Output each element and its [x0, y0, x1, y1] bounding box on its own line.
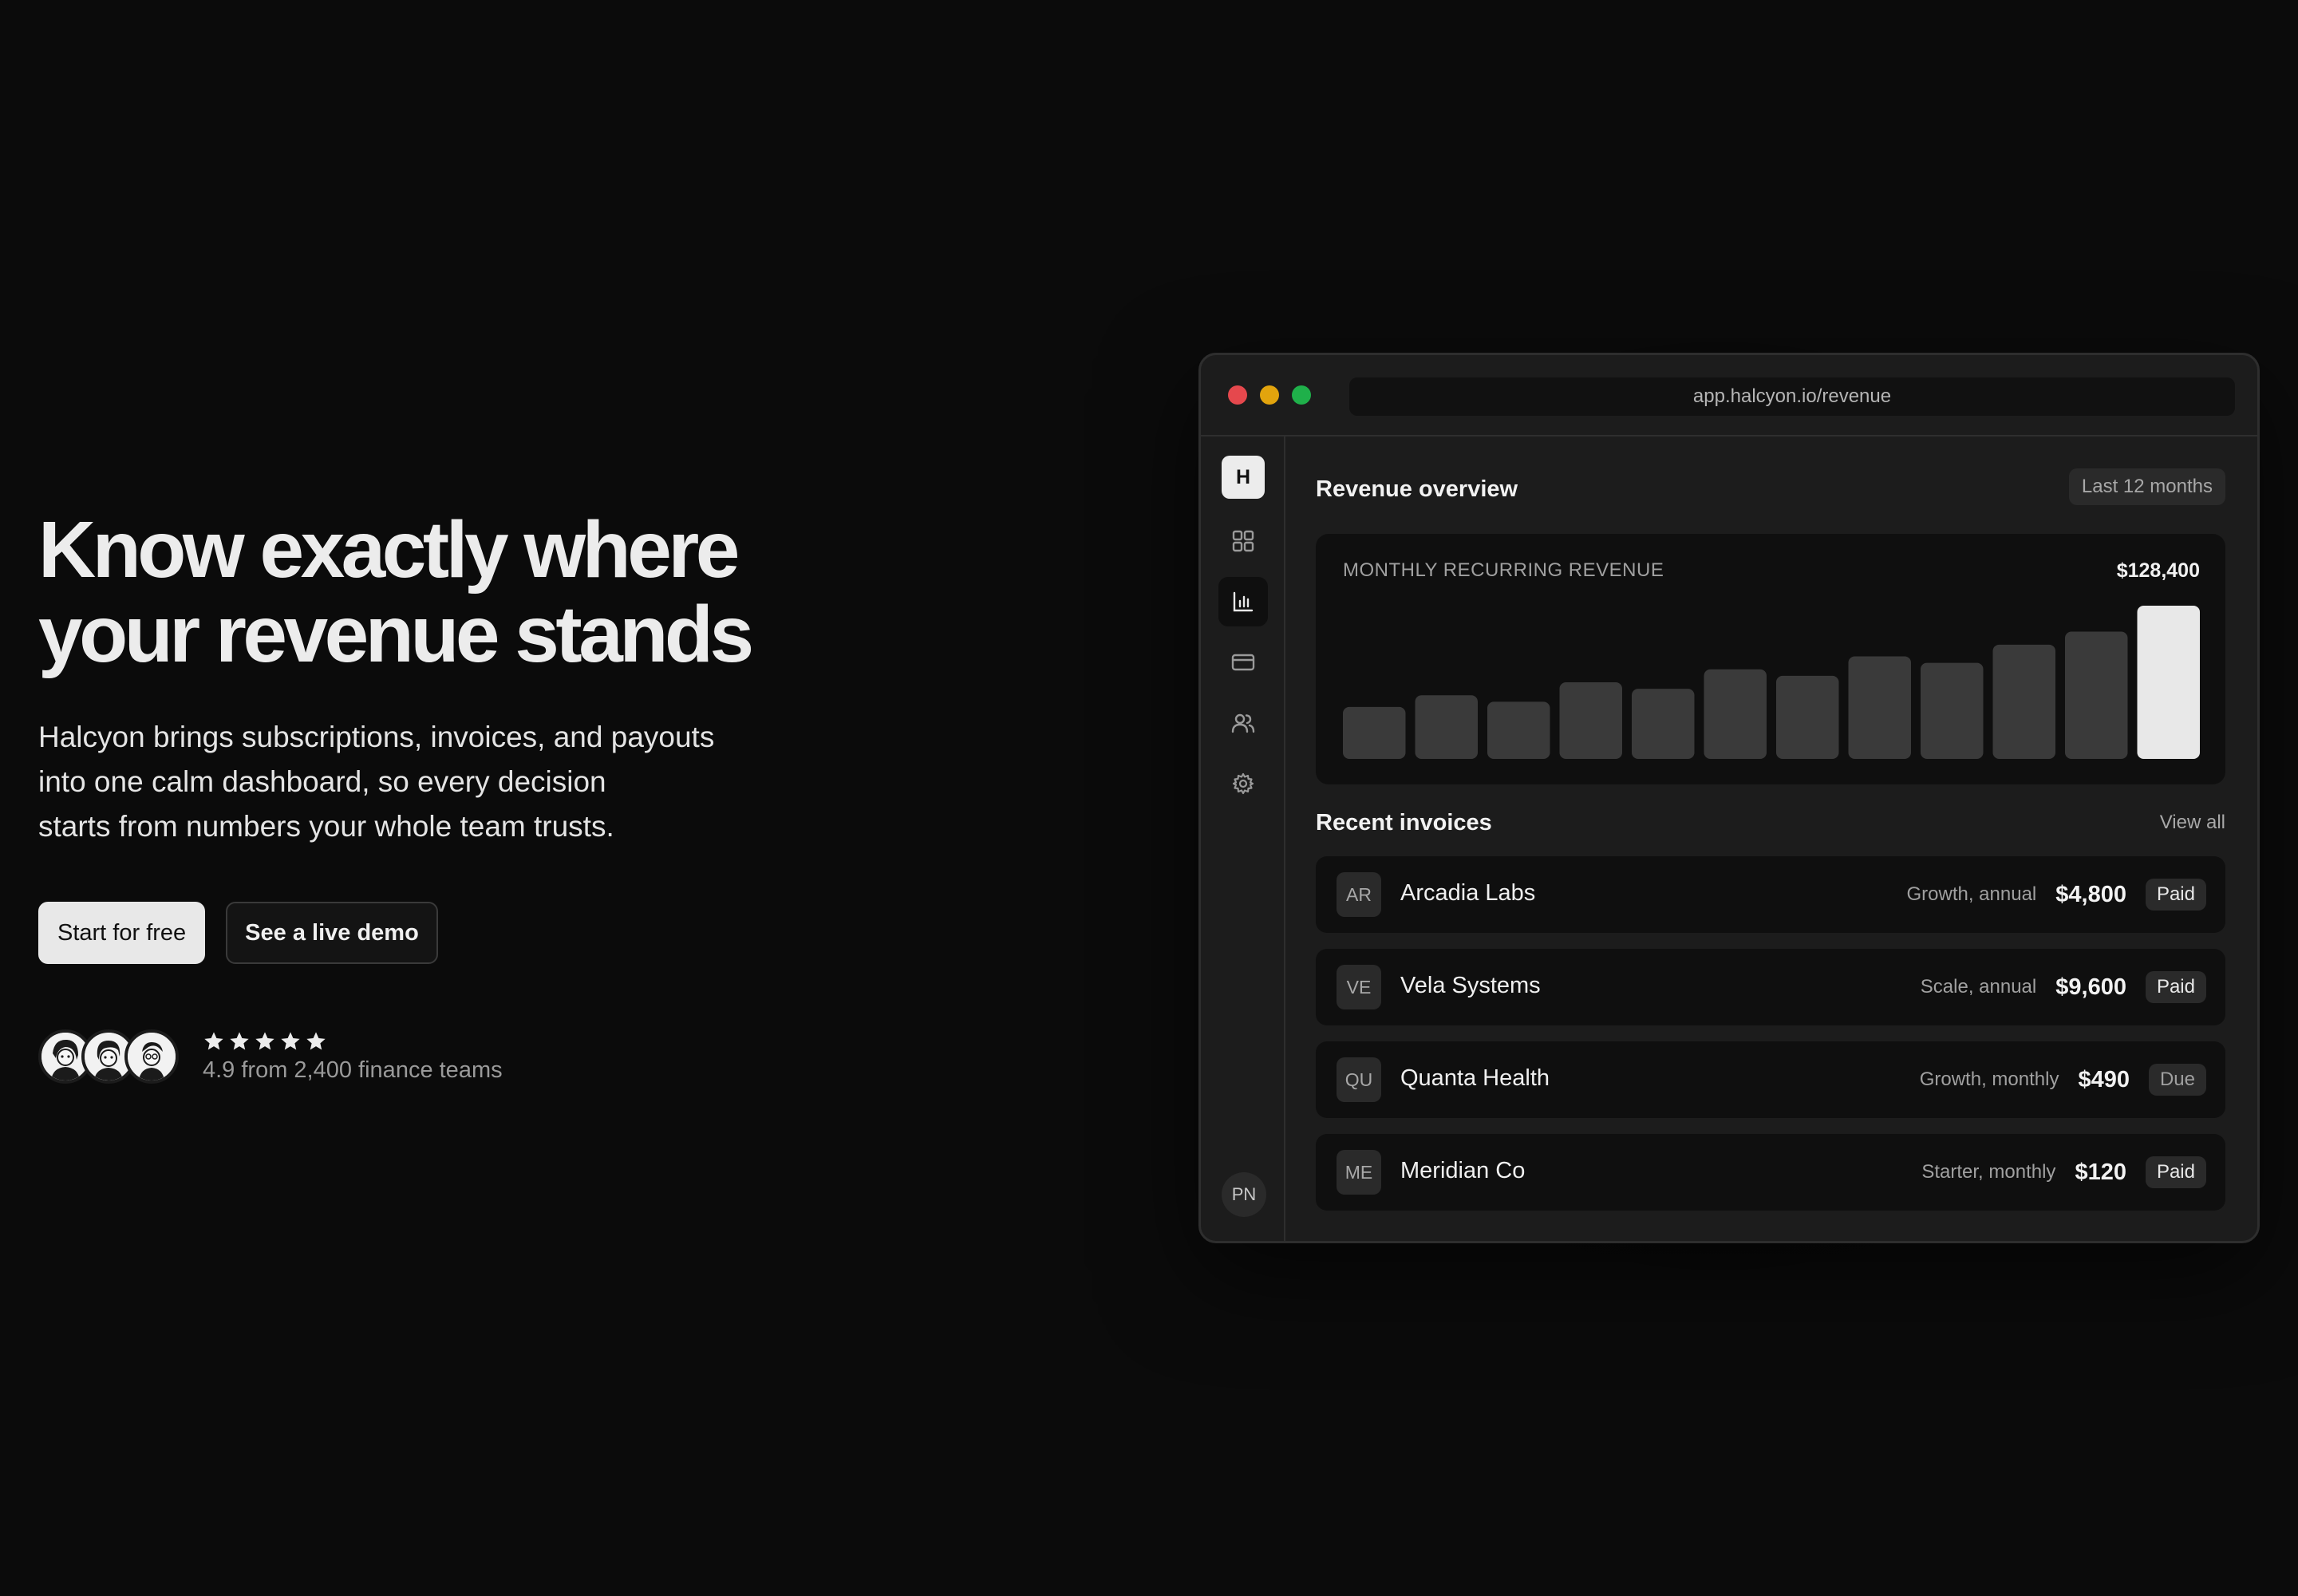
chart-bar [1848, 656, 1911, 759]
invoice-amount: $490 [2078, 1066, 2130, 1092]
subtitle-line-1: Halcyon brings subscriptions, invoices, … [38, 721, 715, 753]
chart-bar [1632, 689, 1695, 759]
star-rating [203, 1030, 503, 1054]
social-proof: 4.9 from 2,400 finance teams [38, 1029, 836, 1084]
revenue-overview-title: Revenue overview [1316, 476, 1518, 502]
invoice-details: Growth, monthly $490 Due [1920, 1041, 2206, 1118]
chart-title: MONTHLY RECURRING REVENUE [1343, 559, 1664, 581]
cta-row: Start for free See a live demo [38, 902, 836, 964]
subtitle-line-3: starts from numbers your whole team trus… [38, 810, 614, 843]
chart-bar [1487, 701, 1550, 759]
star-icon [281, 1031, 300, 1049]
rating-text: 4.9 from 2,400 finance teams [203, 1057, 503, 1083]
plan-label: Growth, monthly [1919, 1069, 2059, 1090]
live-demo-button[interactable]: See a live demo [226, 902, 438, 964]
status-badge: Paid [2145, 1156, 2206, 1188]
headline-line-1: Know exactly where [38, 505, 740, 595]
subtitle-line-2: into one calm dashboard, so every decisi… [38, 765, 606, 798]
invoice-row[interactable]: AR Arcadia Labs Growth, annual $4,800 Pa… [1316, 856, 2225, 933]
headline-line-2: your revenue stands [38, 590, 754, 679]
mrr-value: $128,400 [2116, 559, 2200, 582]
invoice-row[interactable]: QU Quanta Health Growth, monthly $490 Du… [1316, 1041, 2225, 1118]
customer-name: Quanta Health [1400, 1065, 1550, 1091]
hero-subtitle: Halcyon brings subscriptions, invoices, … [38, 715, 836, 849]
plan-label: Growth, annual [1906, 883, 2037, 905]
customer-avatars [38, 1029, 179, 1084]
chart-bar [1992, 644, 2055, 759]
maximize-window-dot[interactable] [1292, 385, 1311, 405]
chart-bar [1704, 669, 1767, 759]
customer-name: Arcadia Labs [1400, 880, 1536, 906]
sidebar-item-dashboard[interactable] [1218, 516, 1268, 566]
customer-initials: QU [1337, 1057, 1381, 1102]
start-for-free-button[interactable]: Start for free [38, 902, 206, 964]
customer-initials: AR [1337, 872, 1381, 917]
sidebar-item-revenue[interactable] [1218, 577, 1268, 626]
url-bar[interactable]: app.halcyon.io/revenue [1349, 377, 2235, 416]
status-badge: Paid [2145, 879, 2206, 911]
invoice-row[interactable]: VE Vela Systems Scale, annual $9,600 Pai… [1316, 949, 2225, 1025]
hero-section: Know exactly where your revenue stands H… [38, 508, 836, 1084]
chart-bar [2065, 631, 2128, 759]
status-badge: Paid [2145, 971, 2206, 1003]
customer-initials: ME [1337, 1150, 1381, 1195]
users-icon [1231, 713, 1255, 733]
plan-label: Starter, monthly [1921, 1161, 2056, 1183]
avatar [124, 1029, 179, 1084]
customer-name: Vela Systems [1400, 973, 1541, 998]
plan-label: Scale, annual [1920, 976, 2037, 998]
star-icon [306, 1031, 326, 1049]
chart-bar [1921, 662, 1984, 759]
invoice-details: Growth, annual $4,800 Paid [1906, 856, 2206, 933]
close-window-dot[interactable] [1228, 385, 1247, 405]
star-icon [204, 1031, 223, 1049]
chart-bar [1343, 706, 1406, 759]
sidebar-item-customers[interactable] [1218, 698, 1268, 748]
star-icon [255, 1031, 274, 1049]
star-icon [230, 1031, 249, 1049]
main-content: Revenue overview Last 12 months MONTHLY … [1284, 435, 2257, 1241]
invoice-amount: $9,600 [2055, 974, 2126, 1000]
sidebar-item-settings[interactable] [1218, 759, 1268, 808]
app-logo[interactable]: H [1222, 456, 1265, 499]
app-window: app.halcyon.io/revenue H PN Revenue over… [1198, 353, 2260, 1243]
invoice-details: Scale, annual $9,600 Paid [1921, 949, 2206, 1025]
chart-bar [1776, 675, 1839, 759]
bar-chart-icon [1233, 591, 1254, 612]
status-badge: Due [2148, 1064, 2206, 1096]
credit-card-icon [1231, 654, 1255, 671]
invoice-details: Starter, monthly $120 Paid [1921, 1134, 2206, 1211]
sidebar: H PN [1201, 435, 1285, 1241]
headline: Know exactly where your revenue stands [38, 508, 836, 677]
invoice-amount: $4,800 [2055, 881, 2126, 907]
chart-bar [1559, 682, 1622, 759]
invoice-list: AR Arcadia Labs Growth, annual $4,800 Pa… [1316, 856, 2225, 1227]
mrr-chart-card: MONTHLY RECURRING REVENUE $128,400 [1316, 534, 2225, 784]
customer-name: Meridian Co [1400, 1158, 1526, 1183]
chart-bar [1415, 695, 1478, 759]
minimize-window-dot[interactable] [1260, 385, 1279, 405]
gear-icon [1232, 772, 1254, 795]
date-range-selector[interactable]: Last 12 months [2068, 468, 2225, 505]
recent-invoices-title: Recent invoices [1316, 810, 1492, 836]
chart-bar-current [2137, 606, 2200, 759]
invoice-amount: $120 [2075, 1159, 2126, 1185]
user-avatar[interactable]: PN [1222, 1172, 1266, 1217]
sidebar-item-billing[interactable] [1218, 638, 1268, 687]
view-all-link[interactable]: View all [2160, 812, 2225, 834]
title-bar: app.halcyon.io/revenue [1201, 355, 2257, 437]
rating: 4.9 from 2,400 finance teams [203, 1030, 503, 1084]
grid-icon [1232, 530, 1254, 552]
customer-initials: VE [1337, 965, 1381, 1009]
invoice-row[interactable]: ME Meridian Co Starter, monthly $120 Pai… [1316, 1134, 2225, 1211]
